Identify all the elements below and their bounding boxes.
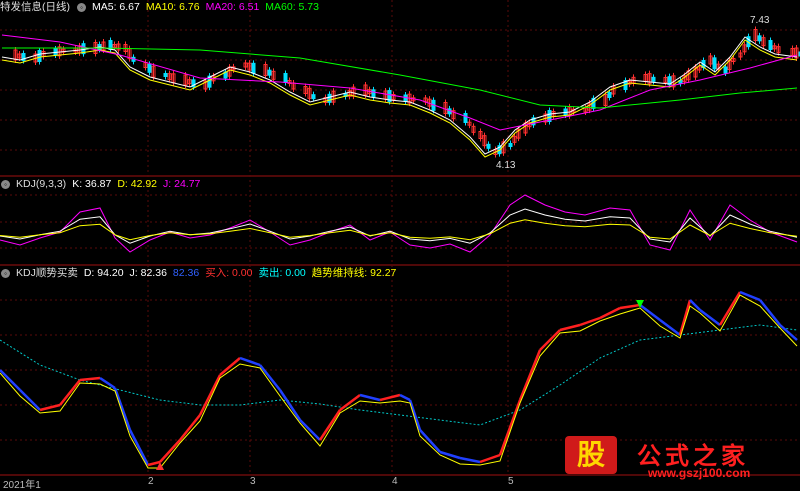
x-axis-label: 2: [148, 476, 154, 487]
trend-j-segment: [318, 409, 342, 441]
trend-j-segment: [179, 414, 201, 441]
trend-sell-label: 卖出: 0.00: [258, 267, 306, 279]
candle-body: [267, 69, 272, 76]
candle-body: [37, 50, 42, 62]
trend-j-segment: [479, 453, 501, 464]
trend-d-label: D: 94.20: [83, 267, 124, 279]
trend-j-segment: [359, 393, 381, 402]
kdj-title[interactable]: KDJ(9,3,3): [16, 178, 66, 190]
trend-j-segment: [439, 450, 461, 460]
trend-j-segment: [0, 369, 21, 391]
trend-j-segment: [39, 403, 61, 412]
trend-j-segment: [113, 387, 132, 431]
trend-j-segment: [678, 299, 692, 336]
high-price-label: 7.43: [750, 15, 770, 26]
x-axis-label: 5: [508, 476, 514, 487]
trend-j-segment: [639, 304, 661, 321]
trend-j-segment: [518, 349, 542, 401]
trend-panel-header: ◦ KDJ顺势买卖 D: 94.20 J: 82.36 82.36 买入: 0.00 卖出:…: [0, 266, 402, 280]
x-axis-label: 4: [392, 476, 398, 487]
trend-j-segment: [159, 439, 181, 463]
kdj-panel-header: ◦ KDJ(9,3,3) K: 36.87 D: 42.92 J: 24.77: [0, 177, 206, 191]
ma5-label: MA5: 6.67: [92, 1, 140, 13]
trend-j-segment: [739, 290, 761, 302]
trend-j-segment: [299, 419, 321, 441]
trend-j-segment: [259, 364, 281, 391]
ma10-label: MA10: 6.76: [145, 1, 200, 13]
candle-body: [486, 143, 491, 149]
trend-j2-label: 82.36: [172, 267, 200, 279]
trend-j-segment: [718, 291, 742, 326]
candle-body: [163, 73, 168, 77]
trend-j-segment: [699, 309, 721, 326]
trend-j-segment: [399, 393, 411, 402]
x-axis-label: 3: [250, 476, 256, 487]
settings-circle-icon[interactable]: ◦: [77, 2, 86, 12]
watermark-url: www.gszj100.com: [648, 466, 751, 480]
trend-j-segment: [539, 329, 561, 351]
candle-body: [251, 62, 256, 74]
kdj-k-label: K: 36.87: [72, 178, 112, 190]
stock-panel-header: 特发信息(日线) ◦ MA5: 6.67 MA10: 6.76 MA20: 6.51 MA…: [0, 0, 325, 14]
kdj-j-line: [0, 194, 798, 253]
trend-j-segment: [79, 376, 101, 382]
candle-body: [757, 35, 762, 42]
candle-body: [463, 113, 468, 123]
candle-body: [371, 89, 376, 98]
candle-body: [607, 92, 612, 98]
logo-gu-icon: 股: [565, 436, 617, 474]
trend-line-label: 趋势维持线: 92.27: [311, 267, 397, 279]
candle-body: [147, 63, 152, 73]
ma60-label: MA60: 5.73: [265, 1, 319, 13]
candle-body: [283, 73, 288, 83]
ma20-line: [1, 34, 798, 131]
candle-body: [651, 76, 656, 82]
candle-body: [508, 143, 513, 147]
kdj-d-label: D: 42.92: [117, 178, 158, 190]
kdj-d-line: [0, 219, 798, 241]
trend-j-segment: [198, 374, 222, 416]
trend-j-segment: [689, 299, 701, 311]
ma20-label: MA20: 6.51: [205, 1, 260, 13]
trend-j-segment: [19, 389, 41, 411]
candle-body: [327, 93, 332, 103]
trend-j-segment: [99, 376, 116, 390]
trend-j-segment: [379, 393, 401, 402]
trend-title[interactable]: KDJ顺势买卖: [16, 267, 78, 279]
trend-maintain-line: [0, 324, 798, 426]
trend-j-segment: [419, 429, 441, 453]
candle-body: [311, 94, 316, 100]
kdj-j-label: J: 24.77: [163, 178, 201, 190]
trend-j-segment: [498, 399, 522, 456]
trend-j-segment: [559, 323, 581, 332]
trend-j-label: J: 82.36: [129, 267, 167, 279]
chart-canvas[interactable]: [0, 0, 800, 489]
trend-j-segment: [128, 429, 150, 466]
trend-buy-label: 买入: 0.00: [205, 267, 253, 279]
trend-j-segment: [599, 306, 621, 320]
stock-title[interactable]: 特发信息(日线): [0, 1, 70, 13]
ma5-line: [1, 36, 798, 155]
trend-j-segment: [779, 324, 798, 341]
trend-j-segment: [579, 316, 601, 327]
candle-body: [712, 57, 717, 70]
settings-circle-icon[interactable]: ◦: [1, 268, 10, 278]
trend-j-segment: [459, 456, 481, 464]
candlestick-series: [13, 26, 800, 158]
trend-j-segment: [147, 460, 161, 467]
candle-body: [768, 40, 773, 50]
trend-j-segment: [759, 299, 781, 326]
trend-j-segment: [59, 379, 81, 406]
candle-body: [723, 66, 728, 74]
settings-circle-icon[interactable]: ◦: [1, 179, 10, 189]
trend-j-segment: [619, 303, 641, 310]
trend-j-segment: [239, 356, 261, 367]
kdj-lines: [0, 194, 798, 253]
low-price-label: 4.13: [496, 160, 516, 171]
moving-average-lines: [1, 34, 798, 158]
